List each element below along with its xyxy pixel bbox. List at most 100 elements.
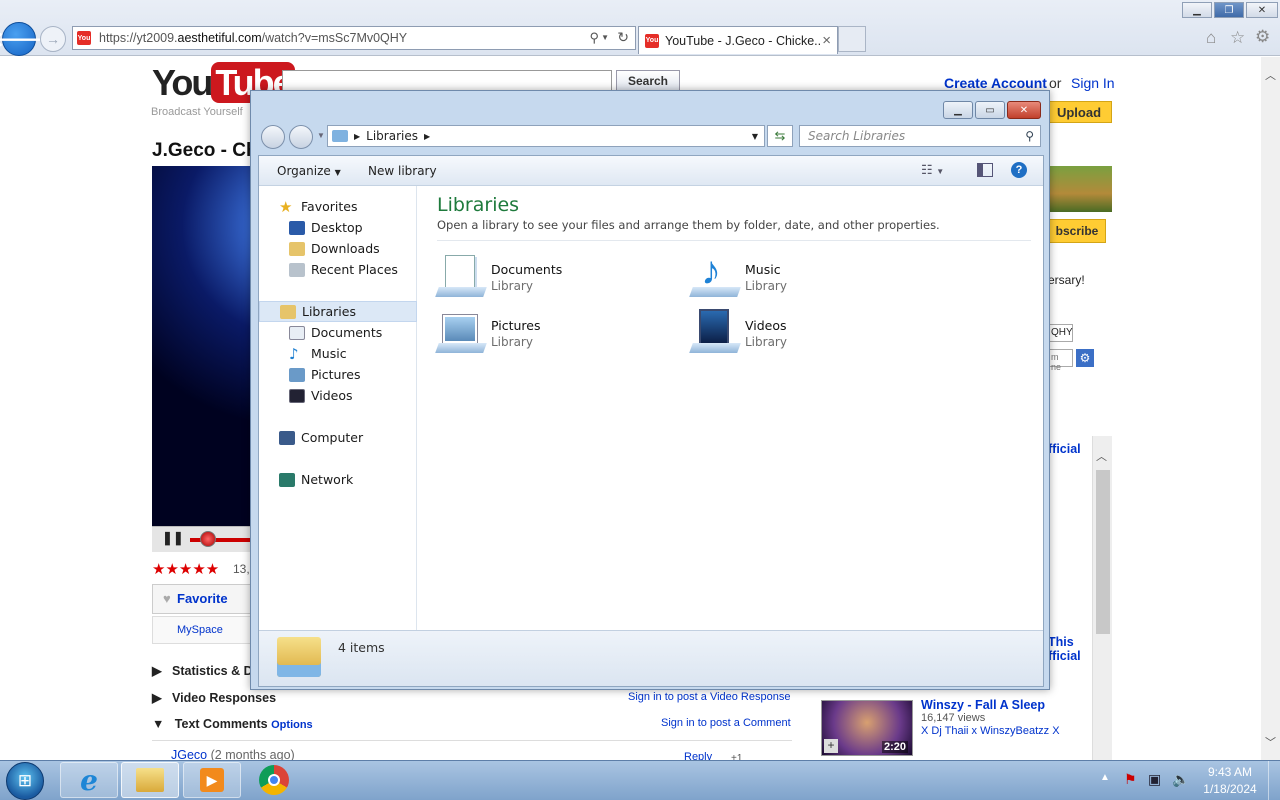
close-button[interactable]: ✕ <box>1246 2 1278 18</box>
taskbar-windows-explorer[interactable] <box>121 762 179 798</box>
settings-gear-icon[interactable]: ⚙ <box>1255 27 1270 47</box>
scrubber-handle[interactable] <box>200 531 216 547</box>
action-center-flag-icon[interactable]: ⚑ <box>1124 771 1137 788</box>
restore-button[interactable]: ❐ <box>1214 2 1244 18</box>
recent-pages-arrow-icon[interactable]: ▼ <box>317 131 325 140</box>
home-icon[interactable]: ⌂ <box>1206 28 1216 48</box>
options-link[interactable]: Options <box>271 719 313 731</box>
nav-downloads[interactable]: Downloads <box>259 238 417 259</box>
dropdown-arrow-icon[interactable]: ▼ <box>601 33 609 42</box>
nav-favorites[interactable]: ★ Favorites <box>259 196 417 217</box>
browser-tab[interactable]: You YouTube - J.Geco - Chicke... × <box>638 26 838 54</box>
text-comments-toggle[interactable]: ▼ Text Comments Options <box>152 717 313 731</box>
nav-documents[interactable]: Documents <box>259 322 417 343</box>
start-button[interactable]: ⊞ <box>6 762 44 800</box>
related-scrollbar[interactable]: ︿ <box>1092 436 1112 760</box>
nav-recent-places[interactable]: Recent Places <box>259 259 417 280</box>
sign-in-link[interactable]: Sign In <box>1071 75 1115 91</box>
embed-field[interactable]: m ne <box>1048 349 1073 372</box>
nav-network[interactable]: Network <box>259 469 417 490</box>
refresh-icon[interactable]: ↻ <box>617 29 629 46</box>
related-video-thumbnail[interactable]: 2:20 + <box>821 700 913 756</box>
refresh-icon[interactable]: ⇆ <box>767 125 793 147</box>
organize-menu[interactable]: Organize ▼ <box>277 164 341 178</box>
favorites-star-icon[interactable]: ☆ <box>1230 28 1245 48</box>
related-video-title[interactable]: This <box>1048 635 1074 649</box>
explorer-address-bar[interactable]: ▶ Libraries ▶ ▼ <box>327 125 765 147</box>
create-account-link[interactable]: Create Account <box>944 75 1047 91</box>
network-status-icon[interactable]: ▣ <box>1148 771 1161 788</box>
upload-button[interactable]: Upload <box>1046 101 1112 123</box>
youtube-favicon-icon: You <box>77 31 91 45</box>
divider <box>152 740 792 741</box>
library-item-pictures[interactable]: Pictures Library <box>435 308 677 358</box>
preview-pane-icon[interactable] <box>977 163 993 177</box>
taskbar-media-player[interactable]: ▶ <box>183 762 241 798</box>
myspace-link[interactable]: MySpace <box>177 624 223 636</box>
url-field[interactable]: QHY <box>1048 324 1073 342</box>
help-icon[interactable]: ? <box>1011 162 1027 178</box>
explorer-close-button[interactable]: ✕ <box>1007 101 1041 119</box>
show-hidden-icons-icon[interactable]: ▲ <box>1100 772 1110 783</box>
explorer-search-input[interactable]: Search Libraries ⚲ <box>799 125 1041 147</box>
new-library-button[interactable]: New library <box>368 164 437 178</box>
search-icon[interactable]: ⚲ <box>589 30 599 46</box>
related-video-title[interactable]: fficial <box>1048 442 1081 456</box>
page-scrollbar[interactable]: ︿ ﹀ <box>1261 57 1280 760</box>
explorer-maximize-button[interactable]: ▭ <box>975 101 1005 119</box>
nav-videos[interactable]: Videos <box>259 385 417 406</box>
youtube-search-button[interactable]: Search <box>616 70 680 92</box>
explorer-content: Organize ▼ New library ☷ ▼ ? ★ Favorites … <box>258 155 1044 687</box>
scroll-up-icon[interactable]: ︿ <box>1265 67 1276 83</box>
nav-libraries[interactable]: Libraries <box>259 301 417 322</box>
pause-icon[interactable]: ❚❚ <box>162 530 184 546</box>
clock[interactable]: 9:43 AM 1/18/2024 <box>1200 765 1260 796</box>
address-bar[interactable]: You https://yt2009.aesthetiful.com/watch… <box>72 26 636 50</box>
video-responses-toggle[interactable]: ▶ Video Responses <box>152 690 276 705</box>
scroll-down-icon[interactable]: ﹀ <box>1265 734 1276 750</box>
libraries-folder-icon <box>277 637 321 677</box>
star-rating-icon[interactable]: ★★★★★ <box>152 560 219 578</box>
forward-button[interactable]: → <box>40 26 66 52</box>
minimize-button[interactable]: ▁ <box>1182 2 1212 18</box>
breadcrumb[interactable]: Libraries <box>366 129 418 143</box>
sign-in-video-response-link[interactable]: Sign in to post a Video Response <box>628 691 790 703</box>
embed-settings-gear-icon[interactable]: ⚙ <box>1076 349 1094 367</box>
view-options-icon[interactable]: ☷ ▼ <box>921 162 944 178</box>
tab-close-icon[interactable]: × <box>822 32 831 49</box>
subscribe-button[interactable]: bscribe <box>1048 219 1106 243</box>
taskbar-chrome[interactable] <box>245 762 303 798</box>
library-item-videos[interactable]: Videos Library <box>689 308 931 358</box>
nav-desktop[interactable]: Desktop <box>259 217 417 238</box>
add-to-queue-icon[interactable]: + <box>824 739 838 753</box>
statistics-toggle[interactable]: ▶ Statistics & Da <box>152 663 260 678</box>
show-desktop-button[interactable] <box>1268 761 1280 800</box>
scroll-thumb[interactable] <box>1096 470 1110 634</box>
progress-bar[interactable] <box>190 538 250 542</box>
breadcrumb-arrow-icon[interactable]: ▶ <box>354 132 360 141</box>
back-button[interactable]: 🡐 <box>0 22 46 56</box>
favorite-button[interactable]: Favorite <box>177 591 228 606</box>
nav-computer[interactable]: Computer <box>259 427 417 448</box>
related-video-title[interactable]: fficial <box>1048 649 1081 663</box>
item-count: 4 items <box>338 640 385 655</box>
youtube-search-input[interactable] <box>282 70 612 92</box>
explorer-back-button[interactable] <box>261 125 285 149</box>
explorer-forward-button[interactable] <box>289 125 313 149</box>
volume-muted-icon[interactable]: 🔈 <box>1172 771 1189 788</box>
explorer-minimize-button[interactable]: ▁ <box>943 101 973 119</box>
explorer-window: ▁ ▭ ✕ ▼ ▶ Libraries ▶ ▼ ⇆ Search Librari… <box>250 90 1050 690</box>
address-dropdown-icon[interactable]: ▼ <box>752 132 758 141</box>
new-tab-button[interactable] <box>838 26 866 52</box>
library-item-music[interactable]: ♪ Music Library <box>689 249 931 302</box>
scroll-up-icon[interactable]: ︿ <box>1096 448 1107 464</box>
related-video-title[interactable]: Winszy - Fall A Sleep <box>921 698 1045 712</box>
library-item-documents[interactable]: Documents Library <box>435 252 677 302</box>
related-video-uploader[interactable]: X Dj Thaii x WinszyBeatzz X <box>921 725 1060 737</box>
taskbar-internet-explorer[interactable]: e <box>60 762 118 798</box>
video-player[interactable] <box>152 166 252 526</box>
sign-in-comment-link[interactable]: Sign in to post a Comment <box>661 717 791 729</box>
nav-pictures[interactable]: Pictures <box>259 364 417 385</box>
breadcrumb-arrow-icon[interactable]: ▶ <box>424 132 430 141</box>
nav-music[interactable]: ♪ Music <box>259 343 417 364</box>
